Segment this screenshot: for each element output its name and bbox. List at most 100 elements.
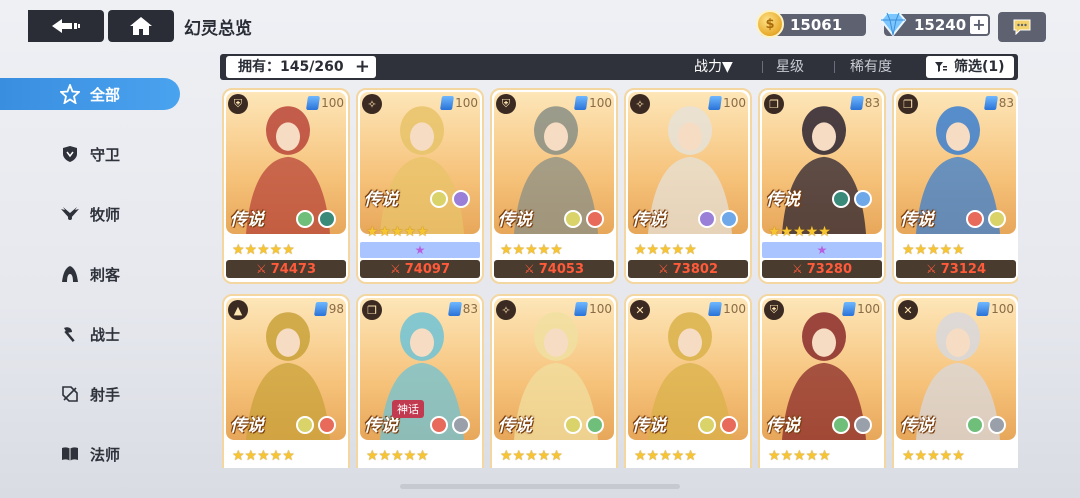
level-badge: 98 [313, 302, 344, 316]
level-icon [849, 96, 864, 110]
level-badge: 100 [440, 96, 478, 110]
crossed-swords-icon: ⚔ [792, 262, 803, 276]
element-icon [988, 416, 1006, 434]
gem-amount: 15240 [914, 16, 967, 34]
sidebar-item-mage[interactable]: 法师 [0, 438, 180, 470]
sidebar-item-priest[interactable]: 牧师 [0, 198, 180, 230]
power-value: 73280 [806, 261, 852, 277]
element-icon [430, 416, 448, 434]
character-card[interactable]: ✧ 100 传说 ★★★★★ ★ ⚔ 74097 [356, 88, 484, 284]
rarity-label: 传说 [498, 210, 532, 230]
level-icon [976, 302, 991, 316]
character-card[interactable]: ✕ 100 传说 ★★★★★ [892, 294, 1018, 468]
sidebar-item-label: 战士 [90, 325, 121, 344]
element-icon [832, 416, 850, 434]
owned-count-button[interactable]: 拥有：145/260 + [226, 56, 376, 78]
rarity-label: 传说 [900, 210, 934, 230]
element-icon [854, 190, 872, 208]
crossed-swords-icon: ⚔ [256, 262, 267, 276]
star-rating: ★★★★★ [768, 448, 831, 464]
element-icon [452, 416, 470, 434]
chat-button[interactable] [998, 12, 1046, 42]
character-card[interactable]: ✧ 100 传说 ★★★★★ ⚔ 73802 [624, 88, 752, 284]
all-star-icon [60, 84, 80, 104]
crossed-swords-icon: ⚔ [524, 262, 535, 276]
level-value: 100 [455, 96, 478, 110]
sort-star-button[interactable]: 星级 [776, 57, 804, 77]
sidebar-item-archer[interactable]: 射手 [0, 378, 180, 410]
hood-icon [60, 264, 80, 284]
element-icon [854, 416, 872, 434]
level-icon [708, 302, 723, 316]
power-value-bar: ⚔ 73802 [628, 260, 748, 278]
star-rating: ★★★★★ [366, 224, 429, 240]
character-card[interactable]: ✧ 100 传说 ★★★★★ [490, 294, 618, 468]
power-value: 74097 [404, 261, 450, 277]
top-bar: 幻灵总览 $ 15061 15240 + [0, 0, 1080, 52]
wings-icon: ✧ [496, 300, 516, 320]
wings-icon: ✧ [362, 94, 382, 114]
element-icon [720, 210, 738, 228]
crossed-swords-icon: ⚔ [658, 262, 669, 276]
power-value-bar: ⚔ 74473 [226, 260, 346, 278]
sidebar-item-guard[interactable]: 守卫 [0, 138, 180, 170]
crossed-swords-icon: ⚔ [926, 262, 937, 276]
level-badge: 83 [983, 96, 1014, 110]
level-badge: 100 [574, 302, 612, 316]
level-icon [574, 302, 589, 316]
sidebar-item-all[interactable]: 全部 [0, 78, 180, 110]
power-value-bar: ⚔ 74097 [360, 260, 480, 278]
character-portrait [762, 92, 882, 234]
element-icon [318, 416, 336, 434]
star-rating: ★★★★★ [768, 224, 831, 240]
level-badge: 100 [708, 302, 746, 316]
character-portrait [360, 92, 480, 234]
book-icon: ❐ [764, 94, 784, 114]
home-button[interactable] [108, 10, 174, 42]
character-card[interactable]: ⛨ 100 传说 ★★★★★ [758, 294, 886, 468]
level-value: 83 [462, 302, 478, 316]
sort-rarity-button[interactable]: 稀有度 [850, 57, 892, 77]
character-card[interactable]: ⛨ 100 传说 ★★★★★ ⚔ 74473 [222, 88, 350, 284]
gold-counter: $ 15061 [756, 10, 866, 38]
filter-button[interactable]: 筛选(1) [926, 56, 1014, 78]
level-value: 83 [864, 96, 880, 110]
gem-counter: 15240 + [879, 12, 990, 37]
back-button[interactable] [28, 10, 104, 42]
element-icon [720, 416, 738, 434]
shield-icon: ⛨ [764, 300, 784, 320]
level-value: 100 [857, 302, 880, 316]
element-icon [564, 416, 582, 434]
star-rating: ★★★★★ [902, 242, 965, 258]
element-icon [296, 416, 314, 434]
sidebar-item-assassin[interactable]: 刺客 [0, 258, 180, 290]
add-gems-button[interactable]: + [970, 16, 988, 34]
character-card[interactable]: ⛨ 100 传说 ★★★★★ ⚔ 74053 [490, 88, 618, 284]
character-card[interactable]: ✕ 100 传说 ★★★★★ [624, 294, 752, 468]
character-card[interactable]: ❐ 83 传说 ★★★★★ ⚔ 73124 [892, 88, 1018, 284]
chat-bubble-icon [1013, 19, 1031, 35]
element-icon [698, 416, 716, 434]
level-badge: 83 [447, 302, 478, 316]
power-value: 73802 [672, 261, 718, 277]
element-icon [452, 190, 470, 208]
character-card[interactable]: ❐ 83 传说 神话 ★★★★★ [356, 294, 484, 468]
character-card[interactable]: ▲ 98 传说 ★★★★★ [222, 294, 350, 468]
sort-power-button[interactable]: 战力▼ [694, 57, 733, 77]
owned-count: 拥有：145/260 [238, 59, 344, 75]
star-rating: ★★★★★ [232, 242, 295, 258]
level-value: 100 [321, 96, 344, 110]
crossed-swords-icon: ⚔ [390, 262, 401, 276]
rarity-label: 传说 [632, 416, 666, 436]
sidebar-item-warrior[interactable]: 战士 [0, 318, 180, 350]
level-icon [983, 96, 998, 110]
element-icon [586, 210, 604, 228]
power-value: 73124 [940, 261, 986, 277]
star-rating: ★★★★★ [634, 448, 697, 464]
diamond-icon [879, 12, 907, 37]
filter-icon [935, 62, 947, 72]
bond-bar: ★ [360, 242, 480, 258]
character-card[interactable]: ❐ 83 传说 ★★★★★ ★ ⚔ 73280 [758, 88, 886, 284]
rarity-label: 传说 [766, 190, 800, 210]
rarity-label: 传说 [900, 416, 934, 436]
